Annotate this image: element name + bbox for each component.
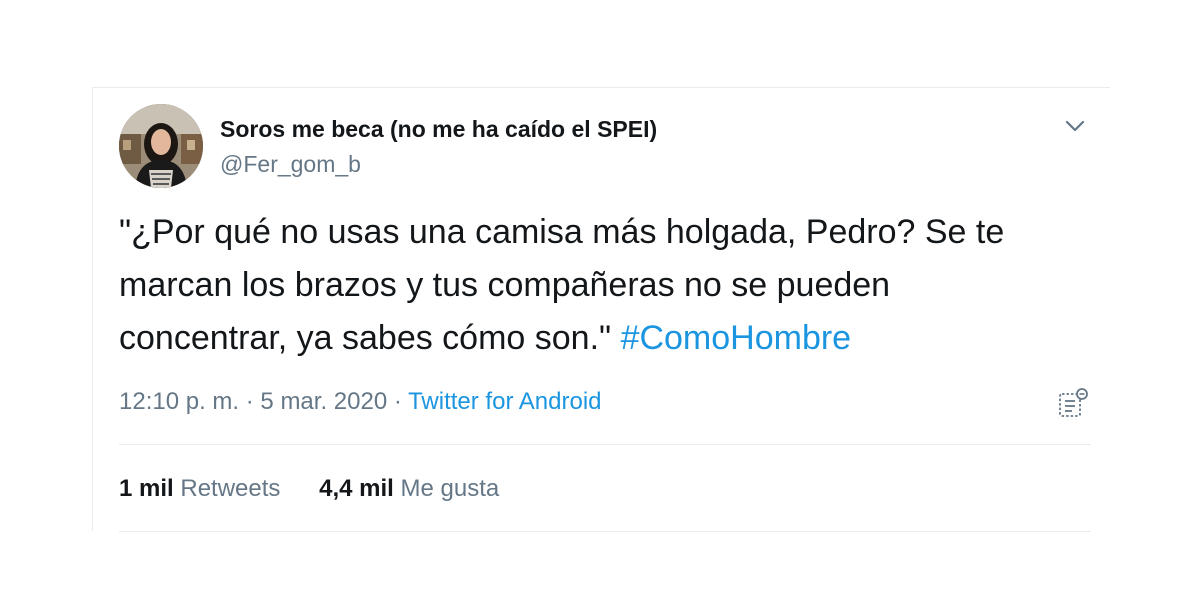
- meta-separator: ·: [245, 388, 254, 415]
- display-name[interactable]: Soros me beca (no me ha caído el SPEI): [220, 116, 657, 143]
- meta-separator: ·: [393, 388, 402, 415]
- avatar-image: [119, 104, 203, 188]
- tweet-time[interactable]: 12:10 p. m.: [119, 388, 239, 415]
- analytics-icon[interactable]: [1057, 386, 1091, 420]
- hashtag-link[interactable]: #ComoHombre: [621, 319, 852, 357]
- chevron-down-icon[interactable]: [1061, 112, 1089, 140]
- tweet-stats: 1 mil Retweets 4,4 mil Me gusta: [119, 475, 531, 503]
- canvas: Soros me beca (no me ha caído el SPEI) @…: [0, 0, 1200, 600]
- tweet-text: "¿Por qué no usas una camisa más holgada…: [119, 206, 1019, 365]
- avatar[interactable]: [119, 104, 203, 188]
- retweets-stat[interactable]: 1 mil Retweets: [119, 475, 280, 503]
- user-handle[interactable]: @Fer_gom_b: [220, 151, 361, 178]
- divider: [119, 444, 1091, 445]
- likes-stat[interactable]: 4,4 mil Me gusta: [319, 475, 499, 503]
- divider: [119, 531, 1091, 532]
- likes-count: 4,4 mil: [319, 475, 394, 502]
- tweet-date[interactable]: 5 mar. 2020: [260, 388, 387, 415]
- tweet-source-link[interactable]: Twitter for Android: [408, 388, 601, 415]
- tweet-card: Soros me beca (no me ha caído el SPEI) @…: [92, 87, 1110, 532]
- retweets-label: Retweets: [180, 475, 281, 502]
- likes-label: Me gusta: [400, 475, 500, 502]
- retweets-count: 1 mil: [119, 475, 174, 502]
- tweet-body: "¿Por qué no usas una camisa más holgada…: [119, 213, 1005, 357]
- tweet-meta: 12:10 p. m. · 5 mar. 2020 · Twitter for …: [119, 388, 602, 416]
